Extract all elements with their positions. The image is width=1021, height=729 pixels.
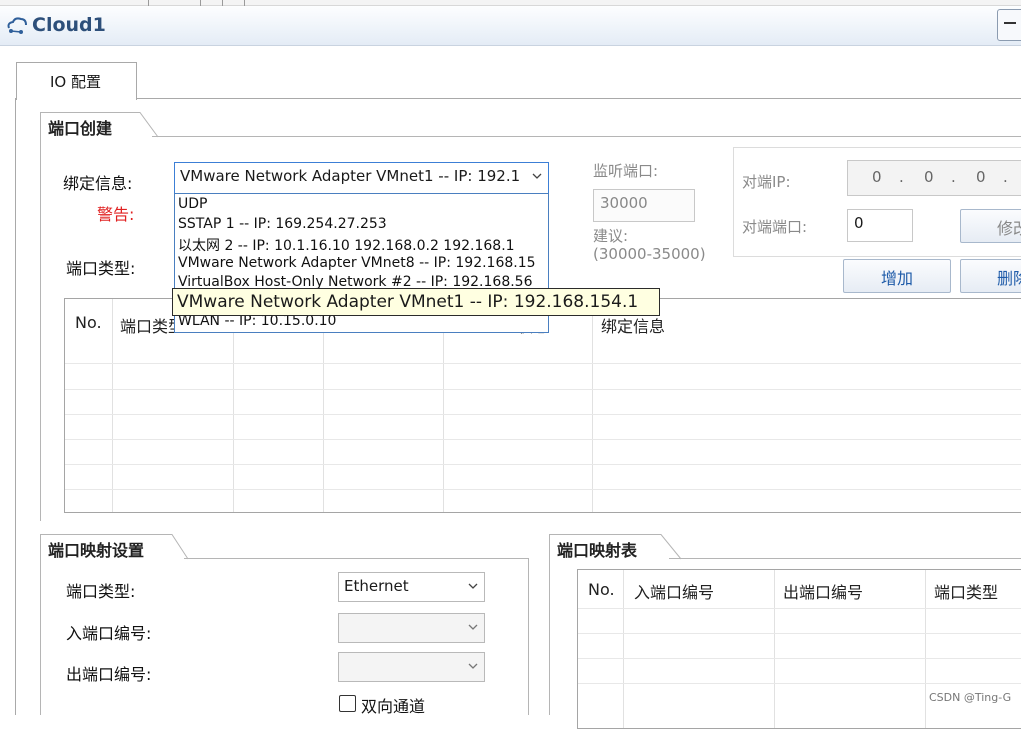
col-header-in-port[interactable]: 入端口编号 [634, 579, 714, 603]
bind-info-select[interactable]: VMware Network Adapter VMnet1 -- IP: 192… [174, 162, 549, 194]
col-header-port-type[interactable]: 端口类型 [934, 579, 998, 603]
suggest-label: 建议: [593, 227, 629, 245]
mapping-port-type-select[interactable]: Ethernet [338, 572, 485, 602]
modify-button-label: 修改 [997, 219, 1021, 238]
bind-info-label: 绑定信息: [63, 174, 133, 193]
ip-octet-2: 0 [924, 168, 934, 186]
warning-label: 警告: [97, 205, 135, 224]
section-tab-outline [549, 534, 682, 560]
bidirectional-label: 双向通道 [361, 697, 426, 716]
ip-dot: . [899, 168, 904, 186]
dropdown-option[interactable]: UDP [178, 196, 207, 212]
section-border-right [528, 558, 529, 715]
peer-ip-label: 对端IP: [742, 173, 791, 191]
section-tab-outline [40, 534, 189, 560]
watermark-text: CSDN @Ting-G [929, 691, 1012, 704]
ip-dot: . [1003, 168, 1008, 186]
peer-port-label: 对端端口: [742, 218, 808, 236]
delete-button-label: 删除 [997, 269, 1021, 288]
port-type-label: 端口类型: [66, 259, 136, 278]
in-port-label: 入端口编号: [66, 624, 152, 643]
add-button[interactable]: 增加 [843, 259, 951, 293]
cloud-network-icon [7, 17, 27, 34]
ip-octet-1: 0 [872, 168, 882, 186]
listen-port-label: 监听端口: [593, 162, 659, 180]
chevron-down-icon[interactable] [468, 581, 478, 591]
col-header-out-port[interactable]: 出端口编号 [783, 579, 863, 603]
in-port-select[interactable] [338, 613, 485, 643]
dropdown-option[interactable]: VMware Network Adapter VMnet8 -- IP: 192… [178, 255, 536, 271]
chevron-down-icon[interactable] [468, 661, 478, 671]
section-border-left [40, 558, 41, 715]
title-bar: Cloud1 [0, 6, 1021, 46]
tab-io-config[interactable]: IO 配置 [16, 62, 137, 100]
bind-info-value: VMware Network Adapter VMnet1 -- IP: 192… [180, 167, 520, 185]
col-header-no[interactable]: No. [588, 580, 615, 599]
ip-dot: . [951, 168, 956, 186]
col-header-no[interactable]: No. [75, 313, 102, 332]
minimize-icon [1004, 22, 1016, 24]
section-border-left [549, 558, 550, 715]
mapping-table: No. 入端口编号 出端口编号 端口类型 [577, 569, 1021, 729]
hover-tooltip: VMware Network Adapter VMnet1 -- IP: 192… [172, 288, 660, 316]
window-title: Cloud1 [32, 14, 106, 36]
minimize-button[interactable] [997, 9, 1021, 41]
section-border-left [40, 136, 41, 521]
dropdown-option[interactable]: SSTAP 1 -- IP: 169.254.27.253 [178, 216, 387, 232]
mapping-port-type-label: 端口类型: [66, 582, 136, 601]
out-port-label: 出端口编号: [66, 665, 152, 684]
suggest-range: (30000-35000) [593, 245, 706, 263]
chevron-down-icon[interactable] [468, 622, 478, 632]
chevron-down-icon[interactable] [532, 171, 542, 181]
out-port-select[interactable] [338, 652, 485, 682]
dropdown-option[interactable]: 以太网 2 -- IP: 10.1.16.10 192.168.0.2 192.… [178, 235, 515, 255]
col-header-bind-info[interactable]: 绑定信息 [601, 313, 665, 337]
listen-port-input[interactable]: 30000 [593, 189, 695, 222]
delete-button[interactable]: 删除 [960, 259, 1021, 293]
section-divider [40, 136, 1021, 137]
mapping-port-type-value: Ethernet [344, 577, 409, 595]
ip-octet-3: 0 [976, 168, 986, 186]
bidirectional-checkbox[interactable] [339, 695, 356, 712]
modify-button[interactable]: 修改 [960, 209, 1021, 243]
peer-ip-field[interactable]: 0 . 0 . 0 . [847, 160, 1021, 196]
peer-port-input[interactable]: 0 [847, 209, 913, 242]
section-tab-outline [40, 112, 159, 138]
